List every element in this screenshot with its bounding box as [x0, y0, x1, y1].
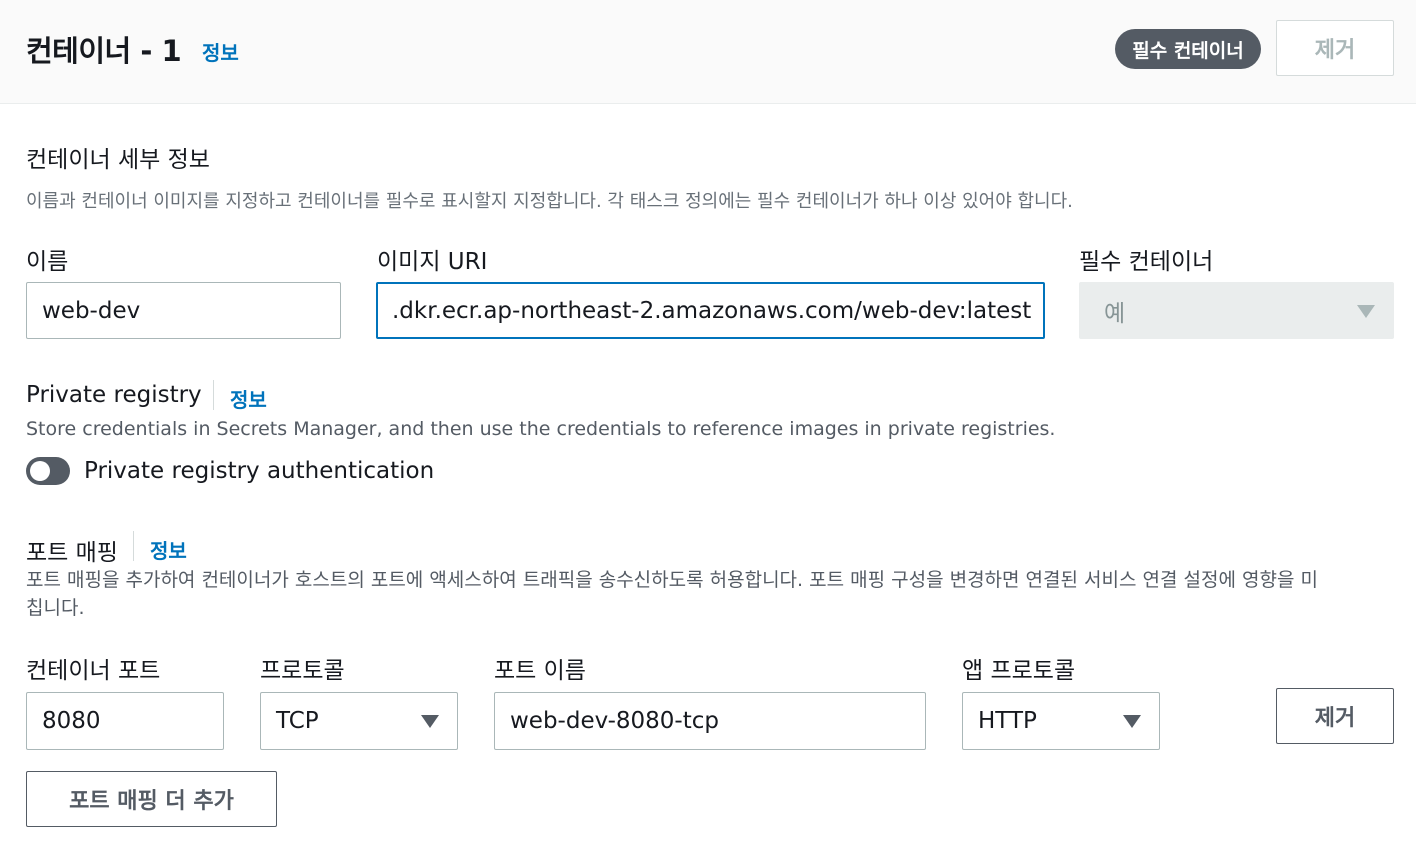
- essential-container-select: 예: [1079, 282, 1394, 339]
- container-port-label: 컨테이너 포트: [26, 658, 161, 684]
- title-divider: [133, 531, 134, 561]
- private-registry-description: Store credentials in Secrets Manager, an…: [26, 418, 1056, 440]
- port-mapping-description-line1: 포트 매핑을 추가하여 컨테이너가 호스트의 포트에 액세스하여 트래픽을 송수…: [26, 569, 1318, 591]
- title-divider: [213, 380, 214, 410]
- container-title: 컨테이너 - 1: [26, 34, 182, 68]
- port-mapping-title: 포트 매핑: [26, 540, 118, 566]
- app-protocol-select[interactable]: HTTP: [962, 692, 1160, 750]
- port-name-input[interactable]: web-dev-8080-tcp: [494, 692, 926, 750]
- essential-container-label: 필수 컨테이너: [1079, 249, 1214, 275]
- image-uri-input-value: .dkr.ecr.ap-northeast-2.amazonaws.com/we…: [392, 297, 1032, 324]
- private-registry-title: Private registry: [26, 382, 202, 408]
- chevron-down-icon: [1123, 715, 1141, 728]
- app-protocol-select-value: HTTP: [978, 708, 1037, 734]
- image-uri-input[interactable]: .dkr.ecr.ap-northeast-2.amazonaws.com/we…: [376, 282, 1045, 339]
- port-mapping-description-line2: 칩니다.: [26, 597, 85, 619]
- container-details-description: 이름과 컨테이너 이미지를 지정하고 컨테이너를 필수로 표시할지 지정합니다.…: [26, 191, 1073, 212]
- container-port-input[interactable]: 8080: [26, 692, 224, 750]
- remove-container-button[interactable]: 제거: [1276, 20, 1394, 76]
- container-header: 컨테이너 - 1 정보 필수 컨테이너 제거: [0, 0, 1416, 104]
- private-registry-info-link[interactable]: 정보: [230, 384, 267, 413]
- toggle-knob: [30, 461, 50, 481]
- chevron-down-icon: [421, 715, 439, 728]
- port-name-label: 포트 이름: [494, 658, 586, 684]
- remove-port-mapping-button[interactable]: 제거: [1276, 688, 1394, 744]
- name-label: 이름: [26, 249, 69, 275]
- private-registry-toggle-label: Private registry authentication: [84, 458, 435, 484]
- private-registry-toggle[interactable]: [26, 457, 70, 485]
- add-port-mapping-button[interactable]: 포트 매핑 더 추가: [26, 771, 277, 827]
- protocol-label: 프로토콜: [260, 658, 345, 684]
- protocol-select-value: TCP: [276, 708, 319, 734]
- essential-container-badge: 필수 컨테이너: [1115, 29, 1261, 69]
- chevron-down-icon: [1357, 304, 1375, 318]
- name-input[interactable]: web-dev: [26, 282, 341, 339]
- app-protocol-label: 앱 프로토콜: [962, 658, 1076, 684]
- protocol-select[interactable]: TCP: [260, 692, 458, 750]
- port-name-input-value: web-dev-8080-tcp: [510, 708, 719, 734]
- header-info-link[interactable]: 정보: [202, 37, 239, 66]
- port-mapping-info-link[interactable]: 정보: [150, 535, 187, 564]
- image-uri-label: 이미지 URI: [377, 249, 488, 275]
- container-details-title: 컨테이너 세부 정보: [26, 147, 210, 173]
- container-port-input-value: 8080: [42, 708, 101, 734]
- essential-container-select-value: 예: [1104, 300, 1126, 327]
- name-input-value: web-dev: [42, 297, 141, 324]
